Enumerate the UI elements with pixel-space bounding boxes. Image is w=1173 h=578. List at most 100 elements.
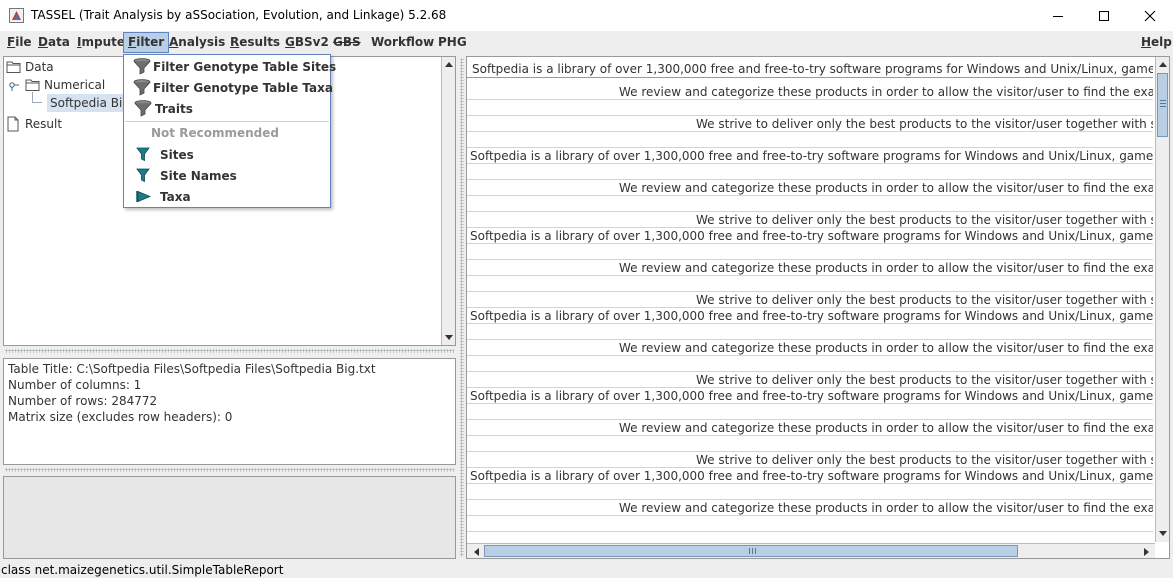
close-button[interactable] — [1127, 0, 1173, 31]
arrow-left-icon — [473, 547, 479, 556]
table-row[interactable] — [467, 164, 1153, 180]
log-panel — [3, 476, 456, 559]
menu-help[interactable]: Help — [1137, 32, 1173, 53]
info-matrix-size: Matrix size (excludes row headers): 0 — [8, 410, 233, 424]
tree-vertical-scrollbar[interactable] — [441, 57, 455, 345]
menu-item-label: Sites — [160, 147, 194, 162]
arrow-up-icon — [444, 62, 453, 67]
scroll-up-arrow[interactable] — [442, 58, 455, 71]
table-row[interactable]: We strive to deliver only the best produ… — [467, 372, 1153, 388]
table-row[interactable] — [467, 196, 1153, 212]
table-row[interactable]: Softpedia is a library of over 1,300,000… — [467, 228, 1153, 244]
table-row[interactable]: We strive to deliver only the best produ… — [467, 292, 1153, 308]
table-row[interactable] — [467, 324, 1153, 340]
menu-item-site-names[interactable]: Site Names — [124, 165, 330, 186]
table-horizontal-scrollbar[interactable] — [467, 543, 1155, 558]
table-row[interactable] — [467, 132, 1153, 148]
table-row[interactable]: We review and categorize these products … — [467, 340, 1153, 356]
tree-node-data[interactable]: Data — [6, 58, 54, 76]
menu-impute[interactable]: Impute — [73, 32, 129, 53]
menu-results[interactable]: Results — [226, 32, 284, 53]
menu-item-label: Filter Genotype Table Taxa — [153, 80, 333, 95]
table-row[interactable]: We review and categorize these products … — [467, 260, 1153, 276]
menu-item-label: Filter Genotype Table Sites — [153, 59, 337, 74]
table-row[interactable]: We strive to deliver only the best produ… — [467, 452, 1153, 468]
tree-node-result[interactable]: Result — [6, 115, 62, 133]
main-vertical-splitter[interactable] — [458, 56, 466, 559]
folder-open-icon — [25, 79, 40, 91]
menu-gbsv2[interactable]: GBSv2 — [281, 32, 333, 53]
table-row[interactable]: We review and categorize these products … — [467, 84, 1153, 100]
splitter-grip — [5, 349, 454, 353]
scroll-up-arrow[interactable] — [1156, 58, 1169, 71]
table-row[interactable] — [467, 276, 1153, 292]
thumb-grip — [752, 548, 753, 554]
table-row[interactable]: Softpedia is a library of over 1,300,000… — [467, 468, 1153, 484]
menu-item-label: Site Names — [160, 168, 237, 183]
menu-section-header: Not Recommended — [151, 126, 279, 140]
title-bar: TASSEL (Trait Analysis by aSSociation, E… — [0, 0, 1173, 31]
tree-label-softpedia-big: Softpedia Big — [47, 94, 124, 112]
info-num-rows: Number of rows: 284772 — [8, 394, 158, 408]
funnel-icon — [133, 58, 151, 75]
horizontal-scroll-thumb[interactable] — [484, 545, 1018, 557]
table-row[interactable] — [467, 516, 1153, 532]
scroll-down-arrow[interactable] — [442, 331, 455, 344]
info-panel: Table Title: C:\Softpedia Files\Softpedi… — [3, 358, 456, 465]
table-row[interactable] — [467, 356, 1153, 372]
table-row[interactable]: We strive to deliver only the best produ… — [467, 212, 1153, 228]
table-row[interactable]: Softpedia is a library of over 1,300,000… — [467, 388, 1153, 404]
menu-item-filter-genotype-table-sites[interactable]: Filter Genotype Table Sites — [124, 56, 336, 77]
menu-phg[interactable]: PHG — [434, 32, 471, 53]
menu-file[interactable]: File — [3, 32, 36, 53]
info-log-splitter[interactable] — [3, 466, 456, 474]
menu-workflow[interactable]: Workflow — [367, 32, 438, 53]
table-row[interactable]: We review and categorize these products … — [467, 500, 1153, 516]
splitter-grip — [460, 58, 464, 557]
table-body: Softpedia is a library of over 1,300,000… — [467, 57, 1155, 542]
maximize-button[interactable] — [1081, 0, 1127, 31]
menu-item-label: Traits — [155, 101, 193, 116]
menu-data[interactable]: Data — [34, 32, 74, 53]
funnel-icon — [133, 79, 151, 96]
tree-collapse-handle-icon[interactable] — [8, 79, 20, 91]
table-row[interactable]: We review and categorize these products … — [467, 180, 1153, 196]
scroll-left-arrow[interactable] — [471, 547, 481, 556]
menu-item-filter-genotype-table-taxa[interactable]: Filter Genotype Table Taxa — [124, 77, 333, 98]
taxa-filter-icon — [135, 190, 151, 203]
scroll-right-arrow[interactable] — [1141, 547, 1151, 556]
minimize-button[interactable] — [1035, 0, 1081, 31]
menu-item-traits[interactable]: Traits — [124, 98, 330, 119]
tree-node-softpedia-big[interactable]: Softpedia Big — [44, 94, 124, 112]
tree-info-splitter[interactable] — [3, 347, 456, 355]
table-row[interactable]: Softpedia is a library of over 1,300,000… — [467, 60, 1153, 78]
arrow-right-icon — [1143, 547, 1149, 556]
scroll-down-arrow[interactable] — [1156, 527, 1169, 540]
table-row[interactable]: We review and categorize these products … — [467, 420, 1153, 436]
menu-item-taxa[interactable]: Taxa — [124, 186, 330, 207]
tree-label-result: Result — [25, 117, 63, 131]
tree-connector — [32, 92, 33, 102]
table-row[interactable] — [467, 100, 1153, 116]
table-row[interactable] — [467, 436, 1153, 452]
thumb-grip — [755, 548, 756, 554]
arrow-down-icon — [1158, 531, 1167, 536]
menu-filter[interactable]: Filter — [123, 32, 170, 53]
menu-item-sites[interactable]: Sites — [124, 144, 330, 165]
table-row[interactable] — [467, 404, 1153, 420]
table-row[interactable]: Softpedia is a library of over 1,300,000… — [467, 308, 1153, 324]
maximize-icon — [1099, 10, 1109, 21]
table-row[interactable] — [467, 484, 1153, 500]
menu-separator — [125, 121, 329, 122]
scroll-thumb[interactable] — [1157, 73, 1168, 137]
table-row[interactable]: We strive to deliver only the best produ… — [467, 116, 1153, 132]
table-vertical-scrollbar[interactable] — [1155, 57, 1169, 542]
table-row[interactable] — [467, 244, 1153, 260]
filter-icon — [136, 168, 150, 183]
menu-analysis[interactable]: Analysis — [165, 32, 229, 53]
close-icon — [1144, 10, 1156, 21]
table-row[interactable]: Softpedia is a library of over 1,300,000… — [467, 148, 1153, 164]
menu-gbs[interactable]: GBS — [329, 32, 365, 53]
tree-node-numerical[interactable]: Numerical — [25, 76, 105, 94]
splitter-grip — [5, 468, 454, 472]
